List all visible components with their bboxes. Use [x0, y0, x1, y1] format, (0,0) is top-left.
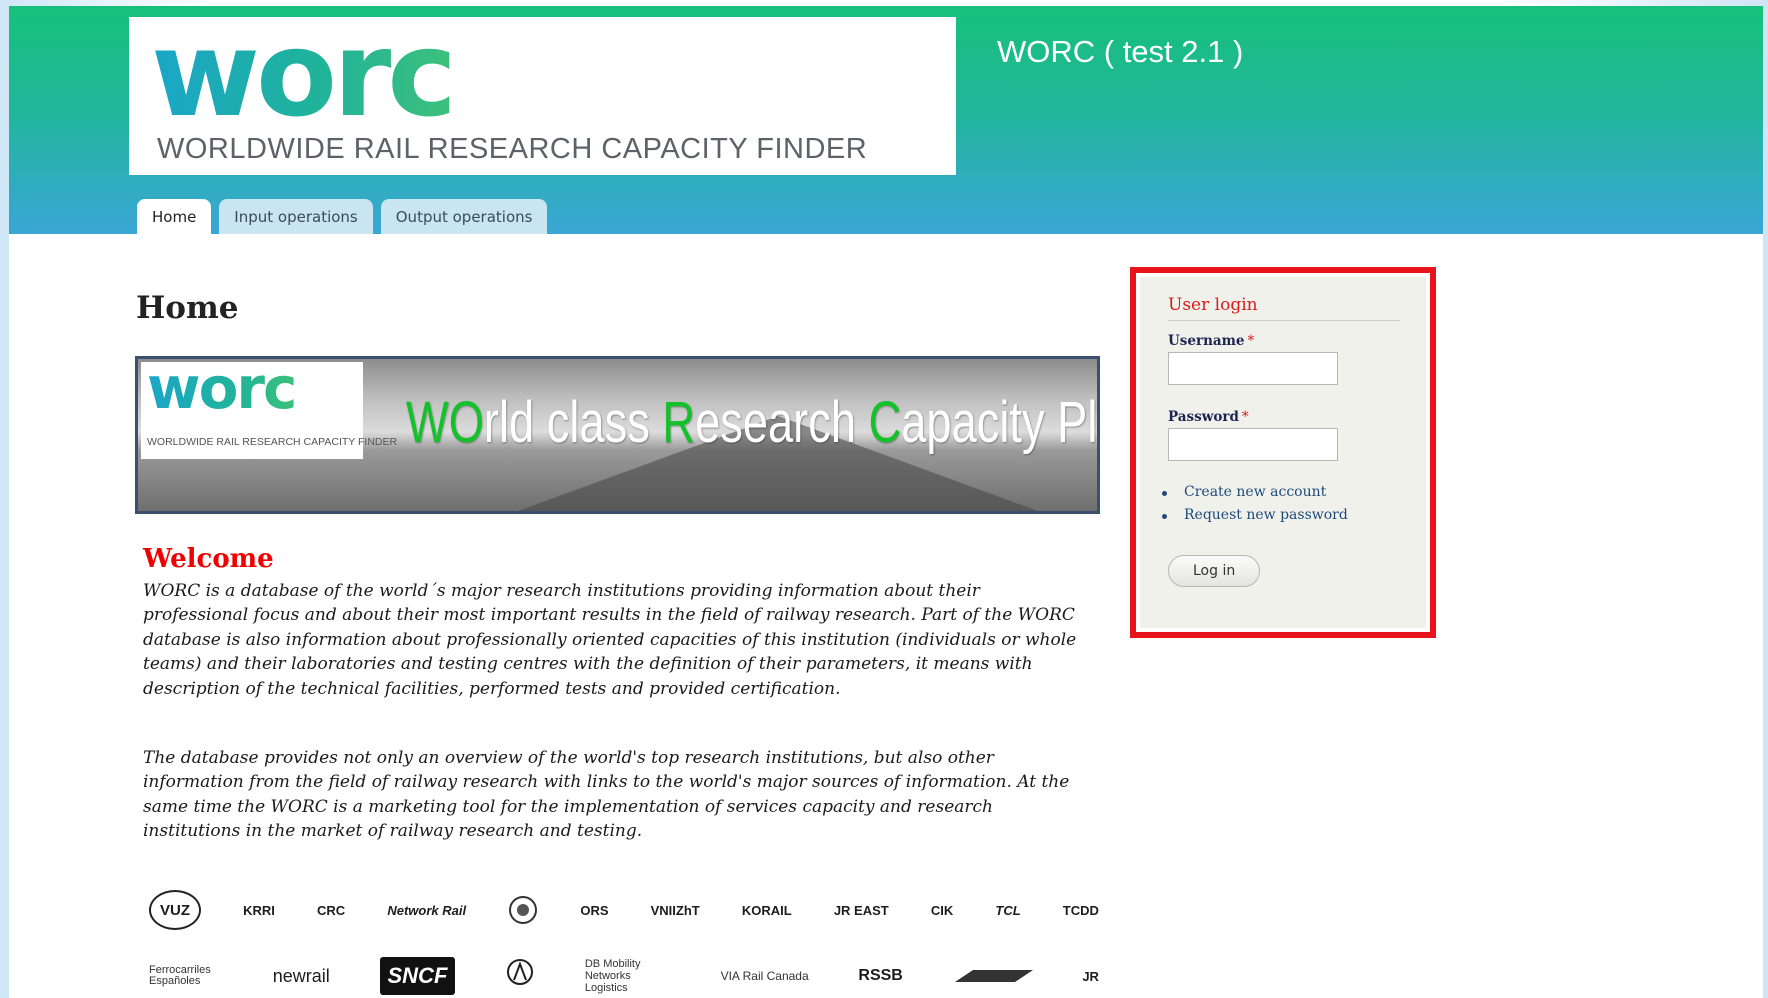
- tab-home[interactable]: Home: [137, 199, 212, 234]
- partner-logo-vuz[interactable]: VUZ: [149, 890, 201, 930]
- banner-slogan: WOrld class Research Capacity Plan: [406, 389, 1098, 456]
- partner-logos-row: VUZ KRRI CRC Network Rail ORS VNIIZhT KO…: [149, 888, 1099, 932]
- hero-banner: worc WORLDWIDE RAIL RESEARCH CAPACITY FI…: [135, 356, 1100, 514]
- request-password-link[interactable]: Request new password: [1162, 504, 1426, 527]
- partner-logo-krri[interactable]: KRRI: [243, 903, 275, 918]
- banner-slogan-part: esearch: [695, 390, 869, 455]
- user-login-block: User login Username * Password * Create ne…: [1130, 267, 1436, 638]
- partner-logo-tcdd[interactable]: TCDD: [1063, 903, 1099, 918]
- tab-output-operations[interactable]: Output operations: [380, 199, 548, 234]
- primary-tabs: Home Input operations Output operations: [137, 199, 548, 234]
- page: worc WORLDWIDE RAIL RESEARCH CAPACITY FI…: [9, 6, 1763, 998]
- banner-slogan-part: R: [662, 390, 696, 455]
- banner-slogan-part: W: [406, 390, 449, 455]
- tab-input-operations[interactable]: Input operations: [219, 199, 373, 234]
- partner-logo-renfe[interactable]: Ferrocarriles Españoles: [149, 965, 223, 987]
- password-label-text: Password: [1168, 409, 1239, 425]
- login-button[interactable]: Log in: [1168, 555, 1261, 587]
- partner-logo-seal[interactable]: [508, 892, 538, 928]
- page-title: Home: [136, 290, 239, 326]
- seal-icon: [507, 959, 534, 985]
- header: worc WORLDWIDE RAIL RESEARCH CAPACITY FI…: [9, 6, 1763, 234]
- site-title: WORC ( test 2.1 ): [997, 34, 1244, 69]
- required-mark: *: [1241, 409, 1249, 425]
- banner-logo-tagline: WORLDWIDE RAIL RESEARCH CAPACITY FINDER: [147, 436, 398, 448]
- partner-logo-korail[interactable]: KORAIL: [742, 903, 792, 918]
- logo-tagline: WORLDWIDE RAIL RESEARCH CAPACITY FINDER: [157, 133, 868, 165]
- partner-logo-jr[interactable]: JR: [1082, 969, 1099, 984]
- partner-logo-seal-2[interactable]: [505, 956, 535, 996]
- banner-slogan-part: O: [448, 390, 484, 455]
- banner-slogan-part: C: [868, 390, 902, 455]
- user-login-form: User login Username * Password * Create ne…: [1140, 277, 1426, 628]
- partner-logo-cik[interactable]: CIK: [931, 903, 953, 918]
- banner-slogan-part: apacity Plan: [901, 390, 1098, 455]
- intro-paragraph: WORC is a database of the world´s major …: [143, 581, 1077, 699]
- partner-logo-vniizht[interactable]: VNIIZhT: [651, 903, 700, 918]
- partner-logo-sncf[interactable]: SNCF: [379, 957, 456, 995]
- site-logo[interactable]: worc WORLDWIDE RAIL RESEARCH CAPACITY FI…: [129, 9, 956, 175]
- logo-wordmark: worc: [151, 5, 457, 143]
- partner-logos-row: Ferrocarriles Españoles newrail SNCF DB …: [149, 951, 1099, 998]
- partner-logo-tcl[interactable]: TCL: [995, 903, 1020, 918]
- partner-logo-crc[interactable]: CRC: [317, 903, 345, 918]
- password-input[interactable]: [1168, 428, 1338, 461]
- login-title: User login: [1168, 295, 1400, 321]
- required-mark: *: [1247, 333, 1255, 349]
- banner-slogan-part: rld class: [483, 390, 663, 455]
- welcome-heading: Welcome: [143, 544, 274, 574]
- partner-logo-jr-east[interactable]: JR EAST: [834, 903, 889, 918]
- partner-logo-ors[interactable]: ORS: [580, 903, 608, 918]
- partner-logo-db[interactable]: DB Mobility Networks Logistics: [585, 958, 671, 994]
- rail-icon: [954, 970, 1033, 982]
- partner-logo-rssb[interactable]: RSSB: [858, 967, 902, 985]
- seal-icon: [509, 896, 538, 924]
- username-input[interactable]: [1168, 352, 1338, 385]
- partner-logo-network-rail[interactable]: Network Rail: [387, 903, 466, 918]
- username-label: Username *: [1168, 333, 1426, 349]
- banner-logo: worc WORLDWIDE RAIL RESEARCH CAPACITY FI…: [141, 359, 397, 459]
- partner-logo-newrail[interactable]: newrail: [273, 966, 330, 987]
- banner-logo-wordmark: worc: [147, 356, 297, 422]
- username-label-text: Username: [1168, 333, 1245, 349]
- password-label: Password *: [1168, 409, 1426, 425]
- partner-logo-via-rail[interactable]: VIA Rail Canada: [721, 969, 809, 983]
- create-account-link[interactable]: Create new account: [1162, 481, 1426, 504]
- intro-paragraph: The database provides not only an overvi…: [143, 748, 1070, 842]
- login-links: Create new account Request new password: [1162, 481, 1426, 527]
- partner-logo-rail[interactable]: [953, 966, 1033, 986]
